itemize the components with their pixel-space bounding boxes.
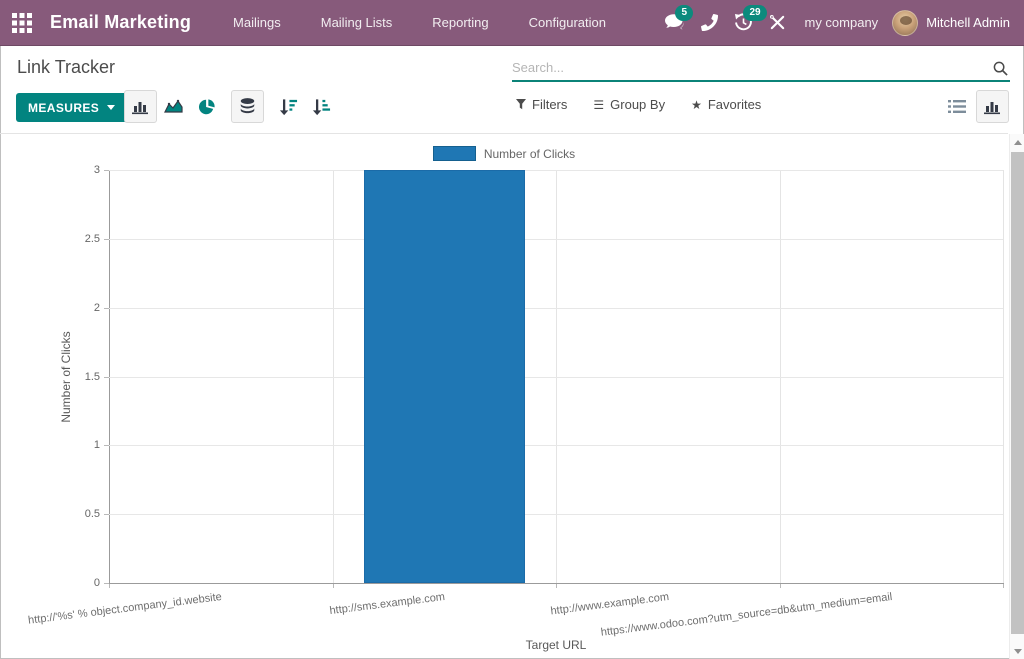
grid-icon [12, 13, 32, 33]
y-axis-title: Number of Clicks [59, 331, 73, 422]
search-icon[interactable] [993, 61, 1008, 81]
favorites-button[interactable]: ★ Favorites [691, 97, 761, 112]
graph-view-icon [984, 98, 1002, 116]
star-icon: ★ [691, 98, 702, 112]
page-title: Link Tracker [17, 57, 115, 78]
y-tick-mark [104, 377, 109, 378]
phone-glyph-icon [701, 14, 718, 31]
horizontal-gridline [109, 377, 1003, 378]
area-chart-icon [164, 98, 183, 115]
list-view-button[interactable] [940, 90, 973, 123]
bar-2[interactable] [364, 170, 525, 583]
group-by-label: Group By [610, 97, 665, 112]
y-tick-label: 3 [58, 164, 100, 176]
y-tick-label: 2.5 [58, 233, 100, 245]
vertical-scrollbar[interactable] [1009, 134, 1024, 659]
y-tick-mark [104, 308, 109, 309]
bar-chart: Number of Clicks 00.511.522.53http://'%s… [0, 134, 1008, 659]
legend-label: Number of Clicks [484, 147, 575, 161]
group-by-button[interactable]: ☰ Group By [593, 97, 665, 112]
filter-icon [516, 99, 526, 110]
nav-item-reporting[interactable]: Reporting [412, 0, 508, 46]
legend-swatch [433, 146, 476, 161]
bar-chart-button[interactable] [124, 90, 157, 123]
y-tick-mark [104, 445, 109, 446]
nav-menu: MailingsMailing ListsReportingConfigurat… [213, 0, 626, 46]
horizontal-gridline [109, 170, 1003, 171]
y-tick-mark [104, 170, 109, 171]
favorites-label: Favorites [708, 97, 761, 112]
horizontal-gridline [109, 239, 1003, 240]
user-menu[interactable]: Mitchell Admin [926, 15, 1010, 30]
nav-item-mailings[interactable]: Mailings [213, 0, 301, 46]
pie-chart-button[interactable] [190, 90, 223, 123]
apps-menu-icon[interactable] [0, 0, 44, 46]
user-avatar[interactable] [892, 10, 918, 36]
sort-asc-icon [312, 98, 331, 116]
chart-controls [124, 90, 338, 123]
stacked-toggle-button[interactable] [231, 90, 264, 123]
x-axis-title: Target URL [526, 638, 587, 652]
scroll-down-arrow[interactable] [1010, 643, 1024, 659]
horizontal-gridline [109, 308, 1003, 309]
chevron-down-icon [107, 105, 115, 110]
list-icon [948, 99, 966, 114]
sort-descending-button[interactable] [272, 90, 305, 123]
top-navbar: Email Marketing MailingsMailing ListsRep… [0, 0, 1024, 46]
view-switcher [940, 90, 1009, 123]
app-title[interactable]: Email Marketing [50, 12, 191, 33]
x-tick-label: http://www.example.com [549, 591, 669, 617]
filters-label: Filters [532, 97, 567, 112]
vertical-gridline [1003, 170, 1004, 583]
line-chart-button[interactable] [157, 90, 190, 123]
y-tick-label: 2 [58, 302, 100, 314]
bar-chart-icon [132, 98, 150, 116]
scroll-up-arrow[interactable] [1010, 134, 1024, 150]
messages-icon[interactable]: 5 [658, 0, 692, 46]
nav-item-mailing-lists[interactable]: Mailing Lists [301, 0, 413, 46]
sort-desc-icon [279, 98, 298, 116]
x-axis-line [109, 583, 1004, 584]
search-facets: Filters ☰ Group By ★ Favorites [516, 97, 761, 112]
nav-item-configuration[interactable]: Configuration [509, 0, 626, 46]
company-switcher[interactable]: my company [794, 15, 892, 30]
scrollbar-thumb[interactable] [1011, 152, 1024, 634]
measures-button[interactable]: MEASURES [16, 93, 127, 122]
horizontal-gridline [109, 514, 1003, 515]
y-tick-label: 0 [58, 577, 100, 589]
group-by-icon: ☰ [593, 98, 604, 112]
horizontal-gridline [109, 445, 1003, 446]
activities-icon[interactable]: 29 [726, 0, 760, 46]
x-tick-label: http://'%s' % object.company_id.website [27, 591, 222, 627]
y-tick-mark [104, 514, 109, 515]
y-tick-label: 1 [58, 439, 100, 451]
measures-label: MEASURES [28, 101, 99, 115]
wrench-screwdriver-icon [769, 14, 786, 31]
sort-ascending-button[interactable] [305, 90, 338, 123]
phone-icon[interactable] [692, 0, 726, 46]
systray: 5 29 my company [658, 0, 1024, 46]
graph-view-button[interactable] [976, 90, 1009, 123]
legend-item[interactable]: Number of Clicks [0, 146, 1008, 161]
y-tick-label: 0.5 [58, 508, 100, 520]
search-box [512, 55, 1010, 82]
y-tick-mark [104, 239, 109, 240]
tools-icon[interactable] [760, 0, 794, 46]
x-tick-label: http://sms.example.com [329, 591, 446, 617]
search-input[interactable] [512, 55, 986, 80]
pie-chart-icon [198, 98, 216, 116]
database-stack-icon [239, 98, 256, 116]
filters-button[interactable]: Filters [516, 97, 567, 112]
messages-badge: 5 [675, 5, 693, 21]
